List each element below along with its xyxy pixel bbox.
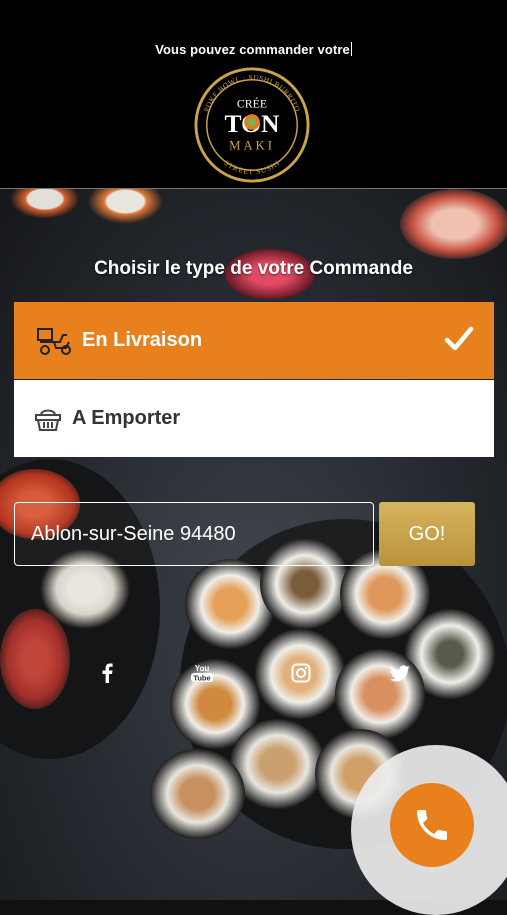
sushi-decor	[400, 189, 507, 259]
header-text: Vous pouvez commander votre	[0, 42, 507, 57]
checkmark-icon	[444, 326, 474, 351]
takeaway-option-label: A Emporter	[72, 407, 181, 429]
phone-icon	[417, 810, 447, 840]
text-cursor	[350, 42, 352, 56]
brand-logo: POKE BOWL · SUSHI BURRITO STREET SUSHI C…	[194, 67, 310, 183]
header-text-label: Vous pouvez commander votre	[155, 42, 350, 57]
svg-text:Tube: Tube	[193, 674, 210, 683]
takeaway-option[interactable]: A Emporter	[14, 380, 494, 457]
sushi-decor	[88, 189, 163, 224]
app-header: Vous pouvez commander votre POKE BOWL · …	[0, 0, 507, 189]
svg-text:MAKI: MAKI	[229, 139, 275, 153]
youtube-icon[interactable]: You Tube	[189, 662, 215, 684]
order-type-title: Choisir le type de votre Commande	[94, 258, 413, 279]
svg-text:You: You	[195, 664, 210, 673]
delivery-scooter-icon	[36, 326, 76, 356]
sushi-decor	[150, 749, 245, 839]
go-button[interactable]: GO!	[379, 502, 475, 566]
sushi-decor	[10, 189, 80, 219]
basket-icon	[34, 404, 66, 434]
delivery-option-label: En Livraison	[82, 329, 203, 351]
call-button[interactable]	[390, 783, 474, 867]
instagram-icon[interactable]	[289, 662, 313, 684]
facebook-icon[interactable]	[95, 662, 119, 684]
twitter-icon[interactable]	[388, 662, 412, 684]
delivery-option[interactable]: En Livraison	[14, 302, 494, 379]
sushi-decor	[0, 609, 70, 709]
address-input[interactable]	[14, 502, 374, 566]
